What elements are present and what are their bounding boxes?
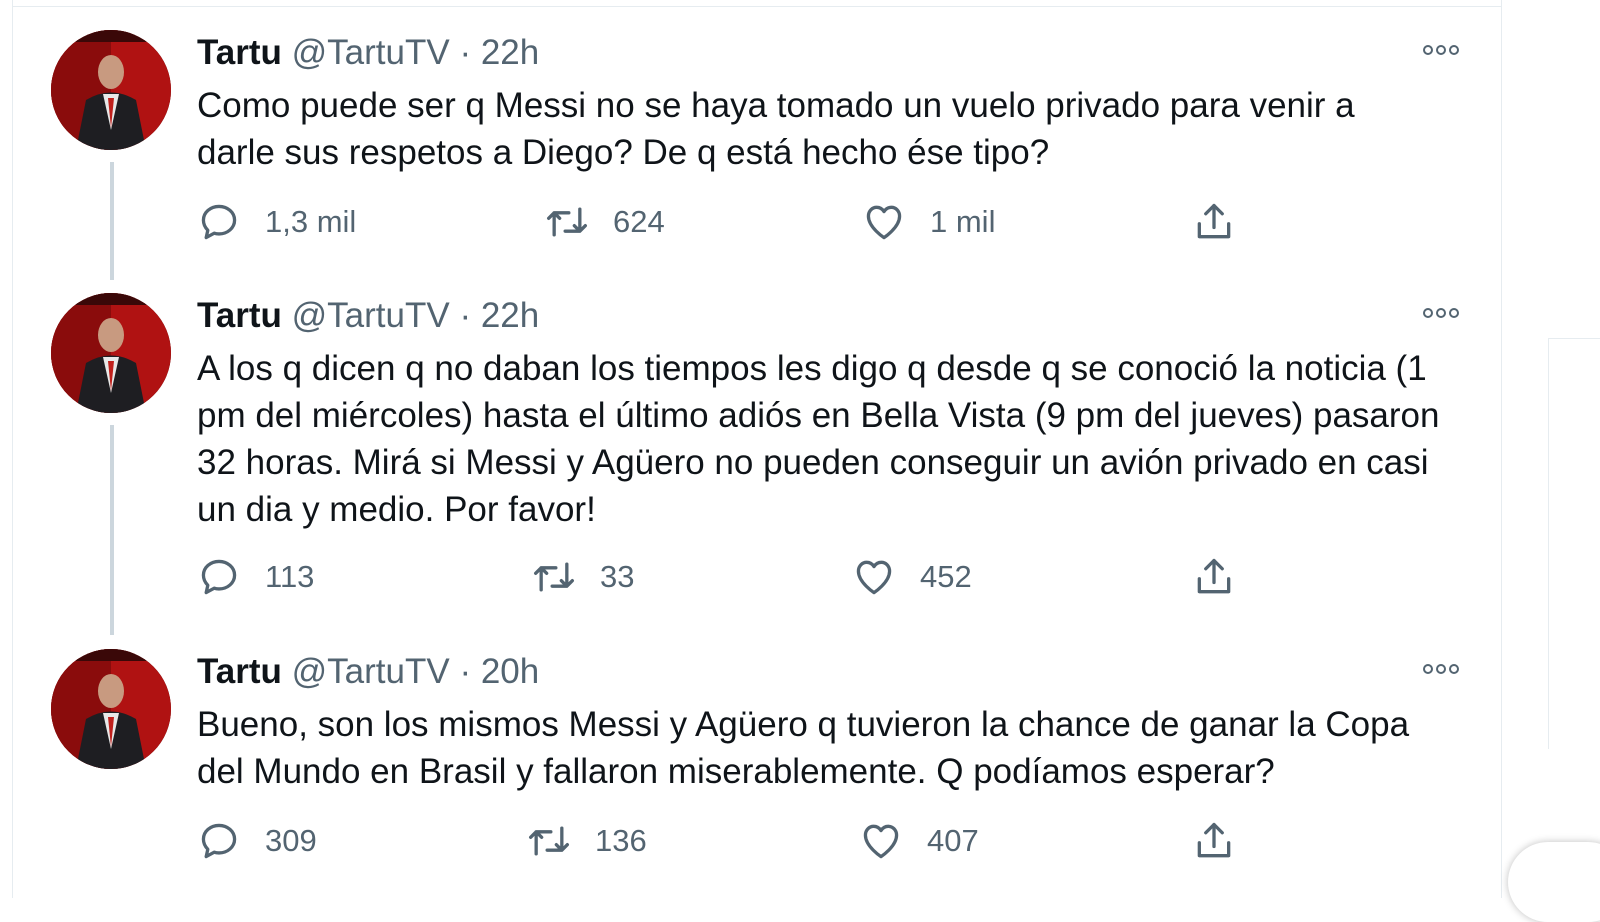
display-name[interactable]: Tartu	[197, 33, 282, 72]
tweet-actions: 1,3 mil 624 1 mil	[197, 200, 1257, 250]
retweet-count: 624	[613, 204, 665, 239]
share-icon	[1197, 822, 1231, 858]
display-name[interactable]: Tartu	[197, 652, 282, 691]
tweet-thread: Tartu @TartuTV · 22h Como puede ser q Me…	[12, 0, 1502, 898]
reply-count: 1,3 mil	[265, 204, 357, 239]
separator: ·	[459, 296, 472, 335]
retweet-button[interactable]: 624	[545, 200, 665, 244]
tweet[interactable]: Tartu @TartuTV · 22h A los q dicen q no …	[13, 263, 1501, 643]
share-icon	[1197, 558, 1231, 594]
like-count: 452	[920, 559, 972, 594]
reply-icon	[201, 559, 237, 595]
like-button[interactable]: 407	[859, 819, 979, 863]
reply-button[interactable]: 1,3 mil	[197, 200, 356, 244]
timestamp[interactable]: 22h	[481, 33, 539, 72]
more-options-icon[interactable]	[1423, 308, 1459, 318]
retweet-icon	[547, 207, 587, 237]
timestamp[interactable]: 20h	[481, 652, 539, 691]
more-options-icon[interactable]	[1423, 45, 1459, 55]
retweet-button[interactable]: 33	[532, 555, 634, 599]
reply-icon	[201, 823, 237, 859]
retweet-count: 33	[600, 559, 635, 594]
retweet-count: 136	[595, 823, 647, 858]
avatar[interactable]	[51, 649, 171, 769]
thread-connector	[110, 425, 114, 635]
retweet-icon	[529, 826, 569, 856]
separator: ·	[459, 33, 472, 72]
like-count: 1 mil	[930, 204, 996, 239]
user-handle[interactable]: @TartuTV	[292, 33, 450, 72]
heart-icon	[856, 560, 892, 595]
share-button[interactable]	[1192, 200, 1236, 244]
user-handle[interactable]: @TartuTV	[292, 652, 450, 691]
retweet-button[interactable]: 136	[527, 819, 647, 863]
timestamp[interactable]: 22h	[481, 296, 539, 335]
more-options-icon[interactable]	[1423, 664, 1459, 674]
share-button[interactable]	[1192, 819, 1236, 863]
tweet-text: Bueno, son los mismos Messi y Agüero q t…	[197, 705, 1410, 791]
heart-icon	[863, 824, 899, 859]
like-button[interactable]: 452	[852, 555, 972, 599]
sidebar-edge	[1548, 338, 1600, 749]
tweet-actions: 309 136 407	[197, 819, 1257, 869]
reply-button[interactable]: 309	[197, 819, 317, 863]
tweet[interactable]: Tartu @TartuTV · 22h Como puede ser q Me…	[13, 0, 1501, 290]
like-count: 407	[927, 823, 979, 858]
avatar[interactable]	[51, 30, 171, 150]
tweet-header: Tartu @TartuTV · 20h	[197, 652, 539, 692]
retweet-icon	[534, 562, 574, 592]
reply-icon	[201, 204, 237, 240]
reply-button[interactable]: 113	[197, 555, 314, 599]
reply-count: 113	[265, 559, 315, 594]
tweet-text: Como puede ser q Messi no se haya tomado…	[197, 86, 1355, 172]
tweet-header: Tartu @TartuTV · 22h	[197, 296, 539, 336]
display-name[interactable]: Tartu	[197, 296, 282, 335]
like-button[interactable]: 1 mil	[862, 200, 995, 244]
avatar[interactable]	[51, 293, 171, 413]
reply-count: 309	[265, 823, 317, 858]
tweet[interactable]: Tartu @TartuTV · 20h Bueno, son los mism…	[13, 619, 1501, 898]
floating-widget[interactable]	[1508, 842, 1600, 922]
tweet-header: Tartu @TartuTV · 22h	[197, 33, 539, 73]
separator: ·	[459, 652, 472, 691]
heart-icon	[866, 205, 902, 240]
share-icon	[1197, 203, 1231, 239]
tweet-text: A los q dicen q no daban los tiempos les…	[197, 349, 1440, 529]
user-handle[interactable]: @TartuTV	[292, 296, 450, 335]
share-button[interactable]	[1192, 555, 1236, 599]
tweet-actions: 113 33 452	[197, 555, 1257, 605]
